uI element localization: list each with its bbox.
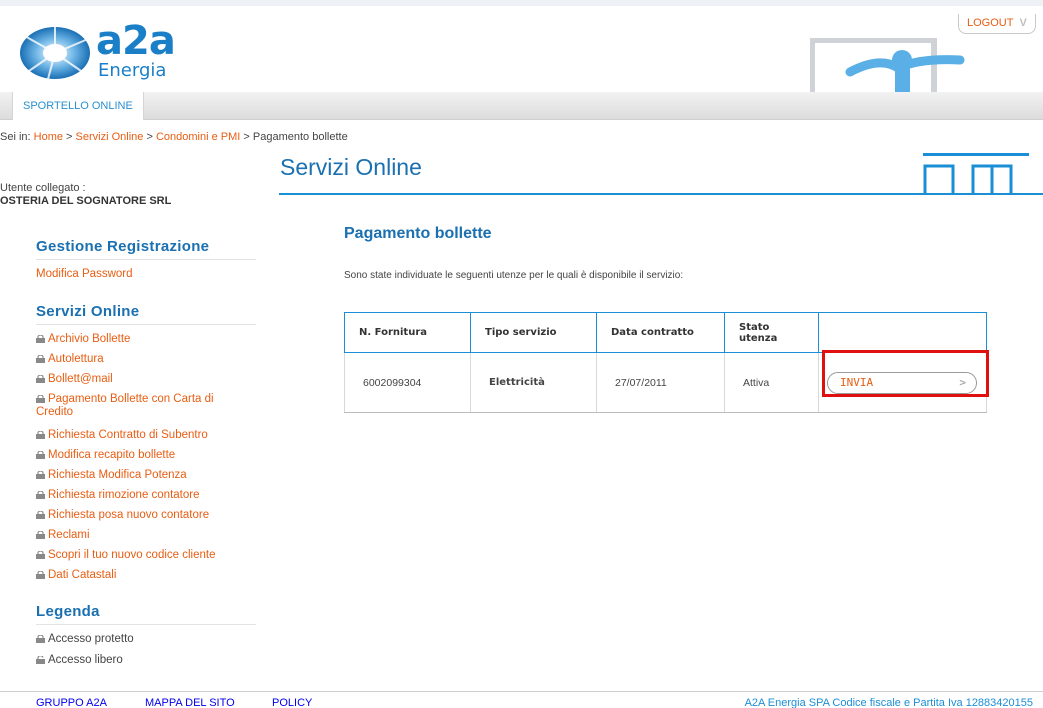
breadcrumb-separator: > (146, 131, 153, 143)
lock-icon (36, 551, 45, 559)
legend-item-protected: Accesso protetto (36, 633, 134, 645)
table-row: 6002099304 Elettricità 27/07/2011 Attiva… (344, 352, 987, 413)
content-title: Pagamento bollette (344, 225, 492, 242)
cell-data-contratto: 27/07/2011 (596, 352, 725, 413)
breadcrumb-current: Pagamento bollette (252, 131, 348, 143)
breadcrumb-condomini-pmi[interactable]: Condomini e PMI (156, 131, 240, 143)
logo-burst-icon (20, 27, 90, 80)
lock-icon (36, 355, 45, 363)
user-label: Utente collegato : (0, 182, 86, 194)
sidebar-link-label: Richiesta posa nuovo contatore (48, 509, 210, 521)
lock-closed-icon (36, 635, 45, 643)
sidebar-link-modifica-password[interactable]: Modifica Password (36, 268, 133, 281)
section-title-registration: Gestione Registrazione (36, 238, 256, 260)
breadcrumb-separator: > (243, 131, 250, 143)
header: a2a Energia LOGOUT V (0, 0, 1043, 96)
header-tipo-servizio: Tipo servizio (470, 312, 597, 353)
header-n-fornitura: N. Fornitura (344, 312, 471, 353)
sidebar-link-label: Bollett@mail (48, 373, 113, 385)
invia-button[interactable]: INVIA > (827, 371, 977, 394)
sidebar-link-label: Richiesta rimozione contatore (48, 489, 200, 501)
figure-illustration-icon (810, 38, 965, 96)
cell-action: INVIA > (818, 352, 987, 413)
sidebar-link-label: Dati Catastali (48, 569, 117, 581)
lock-icon (36, 395, 45, 403)
sidebar-link-pagamento-carta[interactable]: Pagamento Bollette con Carta di (36, 393, 214, 406)
invia-label: INVIA (840, 375, 874, 389)
lock-icon (36, 571, 45, 579)
lock-icon (36, 491, 45, 499)
section-title-services: Servizi Online (36, 303, 256, 325)
logout-chevron-icon: V (1019, 17, 1027, 29)
footer: GRUPPO A2A MAPPA DEL SITO POLICY A2A Ene… (0, 691, 1043, 708)
lock-icon (36, 511, 45, 519)
breadcrumb-separator: > (66, 131, 73, 143)
header-stato-utenza: Stato utenza (724, 312, 819, 353)
sidebar-link-modifica-potenza[interactable]: Richiesta Modifica Potenza (36, 469, 187, 482)
header-action (818, 312, 987, 353)
lock-icon (36, 431, 45, 439)
sidebar-link-label: Richiesta Modifica Potenza (48, 469, 187, 481)
lock-icon (36, 471, 45, 479)
lock-icon (36, 531, 45, 539)
sidebar-link-recapito-bollette[interactable]: Modifica recapito bollette (36, 449, 175, 462)
logout-button[interactable]: LOGOUT V (958, 14, 1036, 34)
sidebar-link-contratto-subentro[interactable]: Richiesta Contratto di Subentro (36, 429, 208, 442)
supply-table: N. Fornitura Tipo servizio Data contratt… (344, 312, 987, 413)
table-header-row: N. Fornitura Tipo servizio Data contratt… (344, 312, 987, 353)
cell-tipo-servizio: Elettricità (470, 352, 597, 413)
footer-legal-text: A2A Energia SPA Codice fiscale e Partita… (744, 697, 1033, 708)
sidebar-link-dati-catastali[interactable]: Dati Catastali (36, 569, 116, 582)
legend-label: Accesso protetto (48, 633, 134, 645)
breadcrumb-home[interactable]: Home (34, 131, 63, 143)
legend-label: Accesso libero (48, 654, 123, 666)
logout-label: LOGOUT (967, 17, 1014, 29)
breadcrumb-servizi-online[interactable]: Servizi Online (76, 131, 144, 143)
sidebar-link-posa-contatore[interactable]: Richiesta posa nuovo contatore (36, 509, 209, 522)
top-nav-bar: SPORTELLO ONLINE (0, 92, 1043, 120)
sidebar-link-label: Autolettura (48, 353, 104, 365)
sidebar-link-label: Reclami (48, 529, 90, 541)
lock-icon (36, 335, 45, 343)
sidebar-link-label: Modifica recapito bollette (48, 449, 176, 461)
sidebar-link-reclami[interactable]: Reclami (36, 529, 90, 542)
lock-open-icon (36, 656, 45, 664)
sidebar-link-codice-cliente[interactable]: Scopri il tuo nuovo codice cliente (36, 549, 216, 562)
sidebar-link-autolettura[interactable]: Autolettura (36, 353, 104, 366)
logo-sub-text: Energia (98, 60, 167, 81)
sidebar-link-archivio-bollette[interactable]: Archivio Bollette (36, 333, 130, 346)
chevron-right-icon: > (959, 375, 966, 389)
section-title-legend: Legenda (36, 603, 256, 625)
user-name: OSTERIA DEL SOGNATORE SRL (0, 195, 172, 207)
sidebar-link-label: Scopri il tuo nuovo codice cliente (48, 549, 216, 561)
sidebar-link-label: Archivio Bollette (48, 333, 131, 345)
header-data-contratto: Data contratto (596, 312, 725, 353)
cell-stato-utenza: Attiva (724, 352, 819, 413)
a2a-logo[interactable]: a2a Energia (18, 18, 178, 82)
page-title: Servizi Online (280, 154, 422, 180)
legend-item-free: Accesso libero (36, 654, 123, 666)
sidebar-link-bollettamail[interactable]: Bollett@mail (36, 373, 113, 386)
lock-icon (36, 375, 45, 383)
footer-link-gruppo-a2a[interactable]: GRUPPO A2A (36, 697, 107, 708)
cell-n-fornitura: 6002099304 (344, 352, 471, 413)
logo-brand-text: a2a (96, 18, 176, 64)
sidebar-link-label: Pagamento Bollette con Carta di (48, 393, 214, 405)
breadcrumb-prefix: Sei in: (0, 131, 31, 143)
footer-link-mappa-sito[interactable]: MAPPA DEL SITO (145, 697, 235, 708)
sidebar-link-label: Richiesta Contratto di Subentro (48, 429, 208, 441)
breadcrumb: Sei in: Home > Servizi Online > Condomin… (0, 131, 348, 143)
content-intro: Sono state individuate le seguenti utenz… (344, 270, 684, 281)
sidebar-link-pagamento-carta-cont[interactable]: Credito (36, 406, 73, 419)
footer-link-policy[interactable]: POLICY (272, 697, 312, 708)
lock-icon (36, 451, 45, 459)
tab-sportello-online[interactable]: SPORTELLO ONLINE (12, 92, 144, 120)
decorative-door-icon (923, 153, 1029, 194)
sidebar-link-rimozione-contatore[interactable]: Richiesta rimozione contatore (36, 489, 200, 502)
